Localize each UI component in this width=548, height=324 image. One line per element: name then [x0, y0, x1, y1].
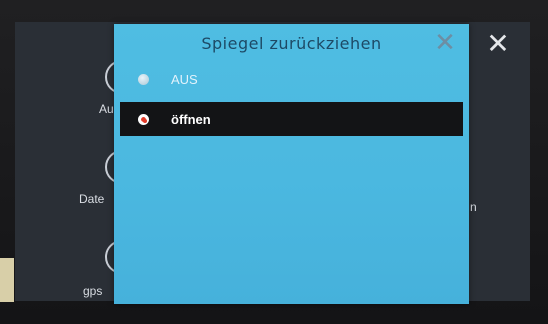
radio-unselected-icon[interactable] [138, 73, 149, 85]
radio-selected-icon[interactable] [138, 113, 149, 125]
settings-item-label: Au [99, 102, 114, 116]
dialog-title: Spiegel zurückziehen [201, 34, 382, 53]
option-aus[interactable]: AUS [120, 62, 463, 96]
option-label: AUS [171, 71, 198, 87]
option-oeffnen[interactable]: öffnen [120, 102, 463, 136]
close-icon[interactable]: ✕ [433, 29, 457, 55]
close-icon[interactable]: ✕ [484, 30, 512, 58]
settings-item-label-fragment: n [470, 200, 477, 214]
settings-item-label: gps [83, 284, 103, 298]
settings-item-label: Date [79, 192, 105, 206]
photo-background-edge [0, 258, 14, 302]
option-label: öffnen [171, 111, 211, 127]
mirror-retract-dialog: Spiegel zurückziehen ✕ AUS öffnen [114, 24, 469, 304]
